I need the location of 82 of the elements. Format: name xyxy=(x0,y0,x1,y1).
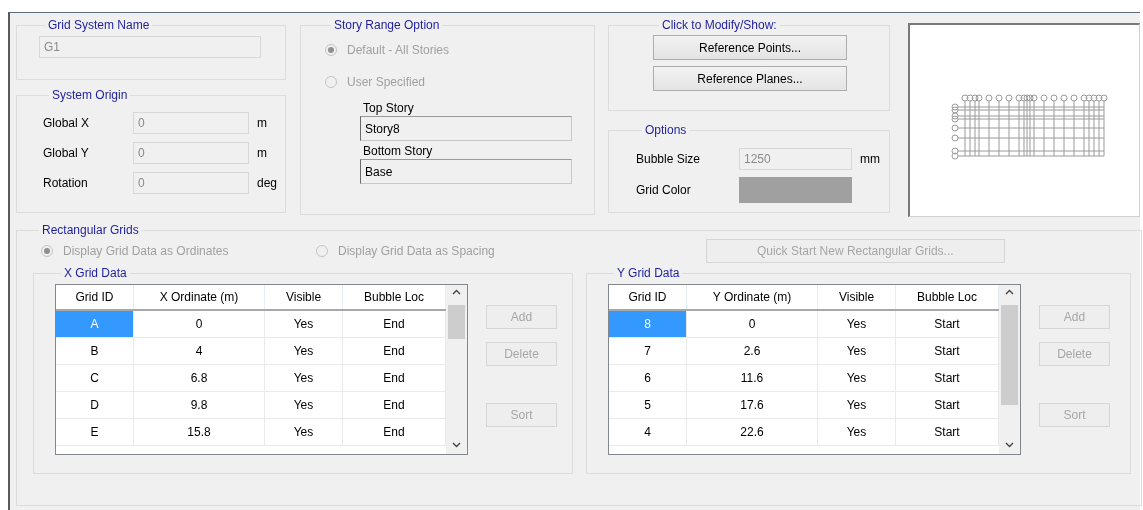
table-cell[interactable]: Yes xyxy=(264,364,343,392)
table-cell[interactable]: Yes xyxy=(817,337,896,365)
column-header[interactable]: Visible xyxy=(264,285,343,310)
table-cell[interactable]: C xyxy=(56,364,134,392)
scroll-down-icon[interactable] xyxy=(1005,442,1014,448)
table-cell[interactable]: End xyxy=(342,391,446,419)
scroll-up-icon[interactable] xyxy=(1005,289,1014,295)
group-title: Y Grid Data xyxy=(616,266,681,280)
field-label: Global Y xyxy=(43,146,90,160)
unit-label: m xyxy=(257,146,267,160)
color-swatch[interactable] xyxy=(739,176,852,203)
group-title: Options xyxy=(644,123,688,137)
table-cell[interactable]: Yes xyxy=(817,418,896,446)
table-cell[interactable]: 6 xyxy=(609,364,687,392)
column-header[interactable]: Grid ID xyxy=(56,285,134,310)
scrollbar[interactable] xyxy=(999,285,1020,454)
field-label: Top Story xyxy=(363,100,415,116)
unit-label: deg xyxy=(257,176,278,190)
table-cell[interactable]: 22.6 xyxy=(686,418,818,446)
column-header[interactable]: X Ordinate (m) xyxy=(133,285,265,310)
scrollbar-thumb[interactable] xyxy=(1001,305,1018,405)
table-cell[interactable]: Start xyxy=(895,364,999,392)
table-cell[interactable]: B xyxy=(56,337,134,365)
radio-label: Default - All Stories xyxy=(347,43,450,57)
button[interactable]: Reference Planes... xyxy=(653,66,847,91)
unit-label: mm xyxy=(860,151,880,166)
table-cell[interactable]: 4 xyxy=(609,418,687,446)
field-label: Grid Color xyxy=(636,182,692,197)
table-cell[interactable]: 7 xyxy=(609,337,687,365)
column-header[interactable]: Bubble Loc xyxy=(895,285,999,310)
table-cell[interactable]: D xyxy=(56,391,134,419)
field-label: Bottom Story xyxy=(363,143,434,159)
table-cell[interactable]: Yes xyxy=(817,364,896,392)
input-field[interactable]: Base xyxy=(360,159,572,184)
column-header[interactable]: Y Ordinate (m) xyxy=(686,285,818,310)
column-header[interactable]: Grid ID xyxy=(609,285,687,310)
scroll-up-icon[interactable] xyxy=(452,289,461,295)
table-cell[interactable]: End xyxy=(342,364,446,392)
group-title: Story Range Option xyxy=(333,18,441,32)
table-cell[interactable]: End xyxy=(342,418,446,446)
table-cell[interactable]: E xyxy=(56,418,134,446)
table-cell[interactable]: End xyxy=(342,310,446,338)
radio-label: User Specified xyxy=(347,75,426,89)
scroll-down-icon[interactable] xyxy=(452,442,461,448)
table-cell[interactable]: 4 xyxy=(133,337,265,365)
table-cell[interactable]: 2.6 xyxy=(686,337,818,365)
table-cell[interactable]: End xyxy=(342,337,446,365)
radio-label: Display Grid Data as Spacing xyxy=(338,244,495,258)
table-cell[interactable]: 17.6 xyxy=(686,391,818,419)
table-cell[interactable]: Start xyxy=(895,310,999,338)
group-title: Click to Modify/Show: xyxy=(661,18,778,32)
group-title: System Origin xyxy=(51,88,129,102)
group-title: X Grid Data xyxy=(63,266,128,280)
scrollbar[interactable] xyxy=(446,285,467,454)
table-cell[interactable]: 0 xyxy=(133,310,265,338)
field-label: Rotation xyxy=(43,176,89,190)
table-cell[interactable]: Start xyxy=(895,391,999,419)
table-cell[interactable]: Start xyxy=(895,418,999,446)
table-cell[interactable]: 15.8 xyxy=(133,418,265,446)
group-title: Rectangular Grids xyxy=(41,223,140,237)
table-cell[interactable]: 9.8 xyxy=(133,391,265,419)
table-cell[interactable]: Yes xyxy=(264,418,343,446)
scrollbar-thumb[interactable] xyxy=(448,305,465,339)
table-cell[interactable]: 0 xyxy=(686,310,818,338)
table-cell[interactable]: 6.8 xyxy=(133,364,265,392)
table-cell[interactable]: 11.6 xyxy=(686,364,818,392)
unit-label: m xyxy=(257,116,267,130)
table-cell[interactable]: Yes xyxy=(264,310,343,338)
radio-label: Display Grid Data as Ordinates xyxy=(63,244,229,258)
field-label: Global X xyxy=(43,116,91,130)
button[interactable]: Reference Points... xyxy=(653,35,847,60)
table-cell[interactable]: Start xyxy=(895,337,999,365)
column-header[interactable]: Visible xyxy=(817,285,896,310)
field-label: Bubble Size xyxy=(636,151,702,166)
table-cell[interactable]: Yes xyxy=(817,310,896,338)
table-cell[interactable]: Yes xyxy=(264,337,343,365)
column-header[interactable]: Bubble Loc xyxy=(342,285,446,310)
input-field[interactable]: Story8 xyxy=(360,116,572,141)
table-cell[interactable]: Yes xyxy=(264,391,343,419)
table-cell[interactable]: 5 xyxy=(609,391,687,419)
group-title: Grid System Name xyxy=(47,18,151,32)
table-cell[interactable]: Yes xyxy=(817,391,896,419)
